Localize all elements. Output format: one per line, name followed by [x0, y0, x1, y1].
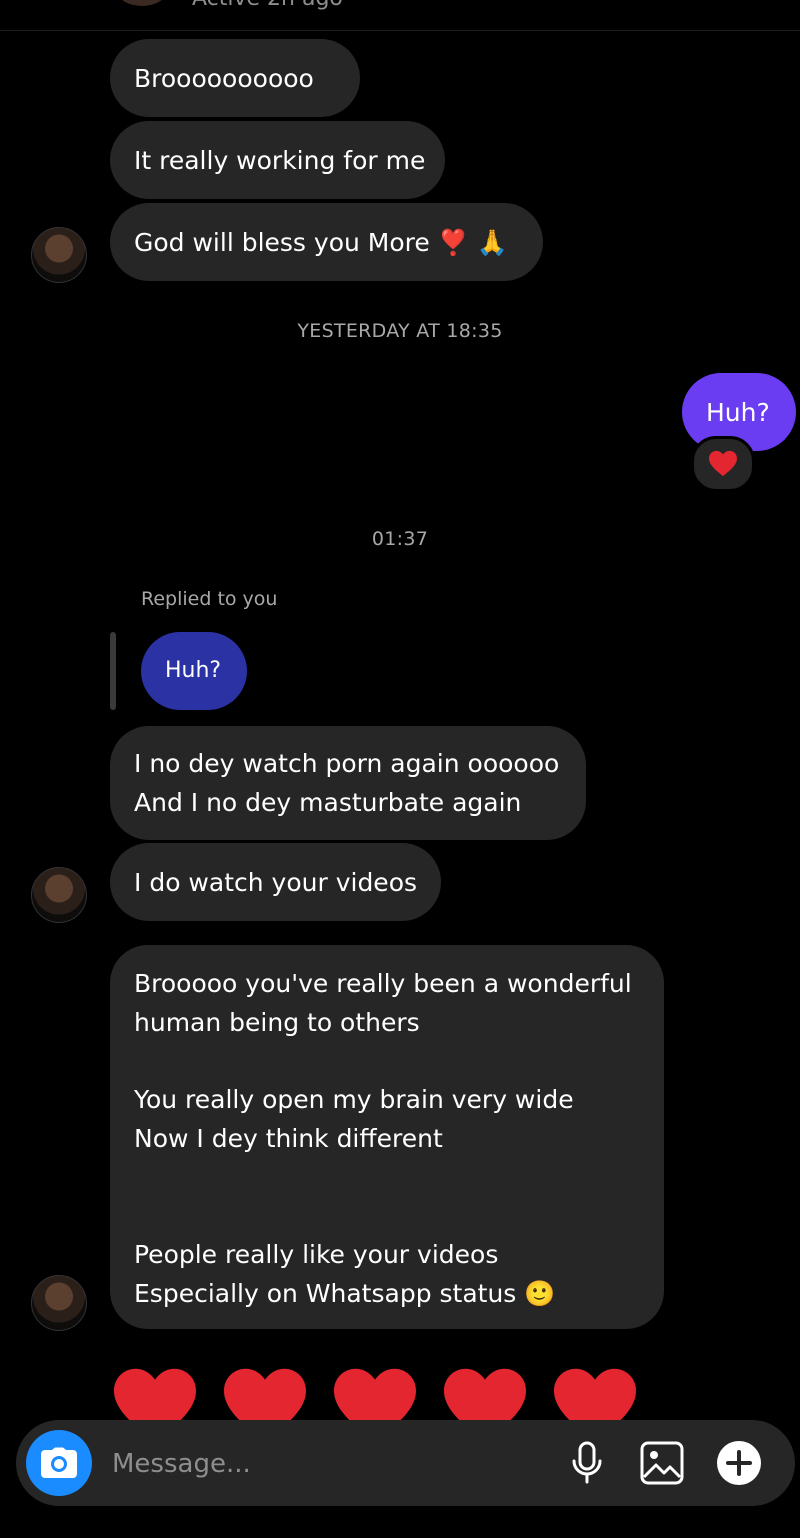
sender-avatar[interactable] — [31, 227, 87, 283]
heart-icon — [444, 1368, 526, 1422]
camera-button[interactable] — [26, 1430, 92, 1496]
incoming-message[interactable]: It really working for me — [110, 121, 445, 199]
incoming-message[interactable]: I do watch your videos — [110, 843, 441, 921]
chat-header: Active 2h ago — [0, 0, 800, 31]
microphone-button[interactable] — [564, 1440, 610, 1486]
quoted-message[interactable]: Huh? — [141, 632, 247, 710]
more-button[interactable] — [716, 1440, 762, 1486]
reply-label: Replied to you — [141, 588, 278, 610]
reply-bar — [110, 632, 116, 710]
incoming-message[interactable]: God will bless you More ❣️ 🙏 — [110, 203, 543, 281]
reaction-badge[interactable] — [691, 436, 755, 492]
plus-icon — [717, 1441, 761, 1485]
camera-icon — [41, 1447, 77, 1478]
heart-icon — [709, 450, 737, 477]
incoming-message[interactable]: Brooooo you've really been a wonderful h… — [110, 945, 664, 1329]
active-status: Active 2h ago — [192, 0, 343, 11]
heart-icon — [334, 1368, 416, 1422]
timestamp: 01:37 — [371, 528, 429, 550]
message-input[interactable] — [110, 1438, 534, 1490]
message-composer — [16, 1420, 795, 1506]
heart-icon — [554, 1368, 636, 1422]
heart-icon — [114, 1368, 196, 1422]
sender-avatar[interactable] — [31, 1275, 87, 1331]
sender-avatar[interactable] — [31, 867, 87, 923]
contact-avatar[interactable] — [118, 0, 166, 6]
timestamp: YESTERDAY AT 18:35 — [297, 320, 503, 342]
gallery-button[interactable] — [639, 1440, 685, 1486]
image-icon — [640, 1441, 684, 1485]
incoming-message[interactable]: Broooooooooo — [110, 39, 360, 117]
heart-icon — [224, 1368, 306, 1422]
microphone-icon — [572, 1441, 602, 1484]
incoming-message[interactable]: I no dey watch porn again oooooo And I n… — [110, 726, 586, 840]
hearts-message[interactable] — [110, 1366, 650, 1422]
